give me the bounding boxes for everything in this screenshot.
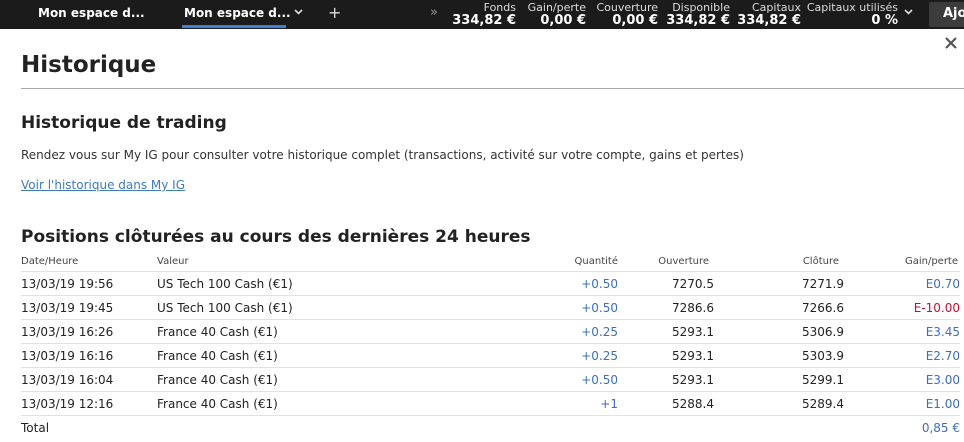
cell-date: 13/03/19 12:16 [21, 397, 114, 411]
cell-ouverture: 5293.1 [672, 373, 714, 387]
cell-ouverture: 7270.5 [672, 277, 714, 291]
cell-quantite: +0.25 [581, 349, 618, 363]
table-row[interactable]: 13/03/19 19:56 US Tech 100 Cash (€1) +0.… [21, 271, 960, 295]
cell-gain: E-10.00 [913, 301, 960, 315]
cell-ouverture: 5288.4 [672, 397, 714, 411]
stat-fonds: Fonds 334,82 € [452, 0, 516, 28]
trading-history-title: Historique de trading [21, 113, 227, 133]
cell-quantite: +0.50 [581, 373, 618, 387]
header-ouverture: Ouverture [658, 256, 709, 267]
cell-quantite: +0.50 [581, 277, 618, 291]
trading-history-description: Rendez vous sur My IG pour consulter vot… [21, 148, 744, 162]
cell-cloture: 5303.9 [802, 349, 844, 363]
header-gain: Gain/perte [904, 256, 958, 267]
cell-gain: E3.00 [925, 373, 960, 387]
cell-date: 13/03/19 16:16 [21, 349, 114, 363]
workspace-tab-1-label: Mon espace d... [38, 6, 145, 20]
cell-ouverture: 7286.6 [672, 301, 714, 315]
cell-cloture: 5289.4 [802, 397, 844, 411]
more-chevron-icon[interactable]: » [430, 5, 438, 20]
closed-positions-title: Positions clôturées au cours des dernièr… [21, 227, 531, 247]
add-workspace-button[interactable]: + [328, 3, 341, 22]
header-date: Date/Heure [21, 256, 79, 267]
stat-capitaux: Capitaux 334,82 € [737, 0, 801, 28]
cell-gain: E0.70 [925, 277, 960, 291]
total-label: Total [21, 421, 50, 435]
stat-couverture: Couverture 0,00 € [596, 0, 658, 28]
workspace-tab-2[interactable]: Mon espace d... [182, 0, 303, 29]
cell-quantite: +1 [600, 397, 618, 411]
header-quantite: Quantité [574, 256, 618, 267]
cell-valeur: France 40 Cash (€1) [157, 397, 278, 411]
add-button-label: Ajo [943, 6, 964, 21]
workspace-tab-2-label: Mon espace d... [184, 6, 291, 20]
cell-gain: E3.45 [925, 325, 960, 339]
header-valeur: Valeur [157, 256, 189, 267]
cell-date: 13/03/19 19:56 [21, 277, 114, 291]
active-tab-indicator [182, 25, 286, 28]
cell-cloture: 5306.9 [802, 325, 844, 339]
stat-gain-value: 0,00 € [540, 13, 586, 28]
table-row[interactable]: 13/03/19 16:04 France 40 Cash (€1) +0.50… [21, 367, 960, 391]
cell-ouverture: 5293.1 [672, 349, 714, 363]
table-row[interactable]: 13/03/19 16:26 France 40 Cash (€1) +0.25… [21, 319, 960, 343]
chevron-down-icon[interactable] [294, 9, 303, 15]
page-title: Historique [21, 52, 157, 78]
table-row[interactable]: 13/03/19 19:45 US Tech 100 Cash (€1) +0.… [21, 295, 960, 319]
cell-cloture: 7266.6 [802, 301, 844, 315]
table-row[interactable]: 13/03/19 12:16 France 40 Cash (€1) +1 52… [21, 391, 960, 415]
chevron-down-icon[interactable] [904, 9, 913, 15]
top-bar: Mon espace d... Mon espace d... + » Fond… [0, 0, 964, 29]
cell-cloture: 5299.1 [802, 373, 844, 387]
cell-valeur: US Tech 100 Cash (€1) [157, 301, 293, 315]
stat-fonds-value: 334,82 € [452, 13, 516, 28]
add-button[interactable]: Ajo [929, 2, 964, 27]
title-divider [21, 88, 964, 89]
stat-gain: Gain/perte 0,00 € [528, 0, 586, 28]
header-cloture: Clôture [802, 256, 839, 267]
stat-capitaux-value: 334,82 € [737, 13, 801, 28]
cell-valeur: France 40 Cash (€1) [157, 349, 278, 363]
cell-quantite: +0.25 [581, 325, 618, 339]
cell-valeur: France 40 Cash (€1) [157, 373, 278, 387]
total-value: 0,85 € [921, 421, 960, 435]
cell-date: 13/03/19 16:04 [21, 373, 114, 387]
cell-valeur: US Tech 100 Cash (€1) [157, 277, 293, 291]
cell-valeur: France 40 Cash (€1) [157, 325, 278, 339]
cell-gain: E1.00 [925, 397, 960, 411]
stat-disponible: Disponible 334,82 € [666, 0, 730, 28]
cell-quantite: +0.50 [581, 301, 618, 315]
view-history-link[interactable]: Voir l'historique dans My IG [21, 178, 185, 192]
cell-gain: E2.70 [925, 349, 960, 363]
workspace-tab-1[interactable]: Mon espace d... [38, 0, 145, 29]
table-total-row: Total 0,85 € [21, 415, 960, 439]
cell-cloture: 7271.9 [802, 277, 844, 291]
cell-date: 13/03/19 16:26 [21, 325, 114, 339]
stat-capitaux-utilises[interactable]: Capitaux utilisés 0 % [807, 0, 898, 28]
table-row[interactable]: 13/03/19 16:16 France 40 Cash (€1) +0.25… [21, 343, 960, 367]
cell-date: 13/03/19 19:45 [21, 301, 114, 315]
stat-couverture-value: 0,00 € [612, 13, 658, 28]
close-icon[interactable] [944, 36, 958, 50]
stat-disponible-value: 334,82 € [666, 13, 730, 28]
cell-ouverture: 5293.1 [672, 325, 714, 339]
stat-capitaux-utilises-value: 0 % [871, 13, 898, 28]
